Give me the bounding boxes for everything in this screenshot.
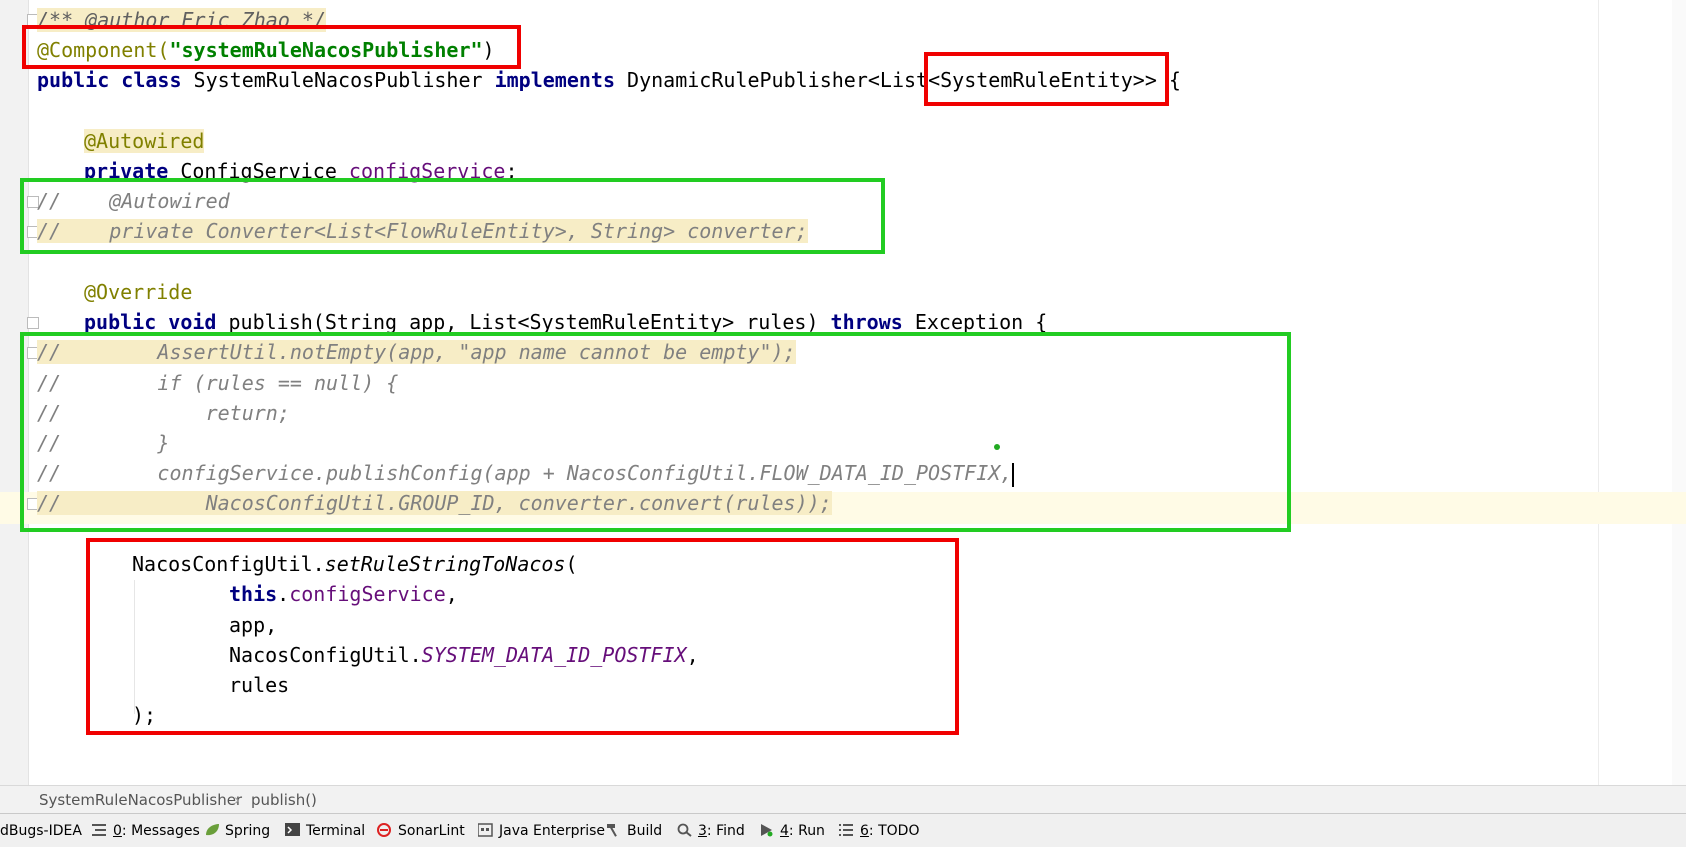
breadcrumb-separator: › xyxy=(234,791,240,809)
todo-tool-button[interactable]: 6: TODO xyxy=(839,821,919,841)
interface-name: DynamicRulePublisher<List xyxy=(615,68,929,92)
search-icon xyxy=(677,823,693,837)
keyword: public class xyxy=(37,68,182,92)
override-annotation: @Override xyxy=(84,280,193,304)
breadcrumb-class[interactable]: SystemRuleNacosPublisher xyxy=(39,786,242,814)
class-name: SystemRuleNacosPublisher xyxy=(181,68,495,92)
find-label: : Find xyxy=(706,823,745,839)
hammer-icon xyxy=(606,823,622,837)
green-highlight-box-publish-body xyxy=(20,332,1291,532)
messages-tool-button[interactable]: 0: Messages xyxy=(92,821,200,841)
fold-marker-icon[interactable] xyxy=(27,317,39,329)
sonarlint-icon xyxy=(377,823,393,837)
run-label: : Run xyxy=(788,823,825,839)
messages-icon xyxy=(92,823,108,837)
method-signature: publish(String app, List<SystemRuleEntit… xyxy=(216,310,831,334)
todo-list-icon xyxy=(839,823,855,837)
code-line-10: @Override xyxy=(84,277,192,307)
green-highlight-box-converter xyxy=(20,178,885,254)
find-shortcut: 3 xyxy=(698,823,707,839)
run-icon xyxy=(759,823,775,837)
keyword: throws xyxy=(830,310,903,334)
breadcrumb: SystemRuleNacosPublisher › publish() xyxy=(0,785,1686,814)
findbugs-label: dBugs-IDEA xyxy=(0,823,82,839)
run-shortcut: 4 xyxy=(780,823,789,839)
code-line-5: @Autowired xyxy=(84,126,205,156)
findbugs-tool-button[interactable]: dBugs-IDEA xyxy=(0,821,82,841)
java-enterprise-label: Java Enterprise xyxy=(499,823,606,839)
terminal-tool-button[interactable]: Terminal xyxy=(285,821,365,841)
terminal-icon xyxy=(285,823,301,837)
build-tool-button[interactable]: Build xyxy=(606,821,662,841)
terminal-label: Terminal xyxy=(306,823,366,839)
autowired-annotation: @Autowired xyxy=(84,129,205,153)
find-tool-button[interactable]: 3: Find xyxy=(677,821,745,841)
java-enterprise-tool-button[interactable]: Java Enterprise xyxy=(477,821,606,841)
run-tool-button[interactable]: 4: Run xyxy=(759,821,825,841)
build-label: Build xyxy=(627,823,663,839)
todo-shortcut: 6 xyxy=(860,823,869,839)
spring-leaf-icon xyxy=(204,823,220,837)
spring-label: Spring xyxy=(225,823,271,839)
spring-tool-button[interactable]: Spring xyxy=(204,821,270,841)
sonarlint-label: SonarLint xyxy=(398,823,465,839)
todo-label: : TODO xyxy=(868,823,920,839)
red-highlight-box-new-call xyxy=(86,538,959,735)
java-enterprise-icon xyxy=(477,823,494,837)
sonarlint-tool-button[interactable]: SonarLint xyxy=(377,821,465,841)
tool-window-bar: dBugs-IDEA 0: Messages Spring Terminal S… xyxy=(0,813,1686,847)
messages-label: : Messages xyxy=(121,823,200,839)
keyword: implements xyxy=(494,68,615,92)
red-highlight-box-component xyxy=(22,25,521,69)
breadcrumb-method[interactable]: publish() xyxy=(251,786,317,814)
messages-shortcut: 0 xyxy=(113,823,122,839)
keyword: public void xyxy=(84,310,217,334)
exception-type: Exception { xyxy=(902,310,1048,334)
red-highlight-box-generic-type xyxy=(924,52,1169,106)
